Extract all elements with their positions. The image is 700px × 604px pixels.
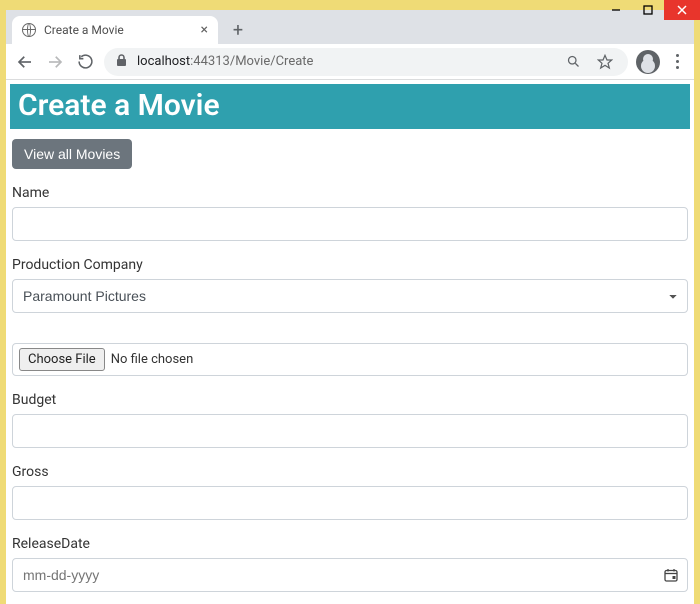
release-date-label: ReleaseDate xyxy=(12,536,688,552)
tab-title: Create a Movie xyxy=(44,23,193,37)
view-all-movies-button[interactable]: View all Movies xyxy=(12,139,132,169)
release-date-input[interactable] xyxy=(12,558,688,592)
profile-avatar[interactable] xyxy=(636,50,660,74)
gross-label: Gross xyxy=(12,464,688,480)
tab-close-icon[interactable]: × xyxy=(201,23,208,37)
budget-label: Budget xyxy=(12,392,688,408)
reload-button[interactable] xyxy=(74,51,96,73)
browser-tab[interactable]: Create a Movie × xyxy=(12,16,218,44)
globe-icon xyxy=(22,23,36,37)
star-icon[interactable] xyxy=(594,51,616,73)
production-company-select[interactable]: Paramount Pictures xyxy=(12,279,688,313)
budget-input[interactable] xyxy=(12,414,688,448)
url-text: localhost:44313/Movie/Create xyxy=(137,54,313,69)
file-status-text: No file chosen xyxy=(111,352,194,367)
name-label: Name xyxy=(12,185,688,201)
back-button[interactable] xyxy=(14,51,36,73)
menu-button[interactable] xyxy=(668,54,686,69)
gross-input[interactable] xyxy=(12,486,688,520)
window-close-button[interactable] xyxy=(664,0,700,20)
choose-file-button[interactable]: Choose File xyxy=(19,348,105,371)
name-input[interactable] xyxy=(12,207,688,241)
production-company-label: Production Company xyxy=(12,257,688,273)
window-maximize-button[interactable] xyxy=(632,0,664,20)
file-input-wrapper[interactable]: Choose File No file chosen xyxy=(12,343,688,376)
lock-icon xyxy=(116,54,127,70)
window-minimize-button[interactable] xyxy=(600,0,632,20)
magnify-icon[interactable] xyxy=(562,51,584,73)
page-title: Create a Movie xyxy=(10,84,690,129)
new-tab-button[interactable]: + xyxy=(224,16,252,44)
address-bar[interactable]: localhost:44313/Movie/Create xyxy=(104,48,628,76)
calendar-icon[interactable] xyxy=(664,568,678,582)
forward-button[interactable] xyxy=(44,51,66,73)
